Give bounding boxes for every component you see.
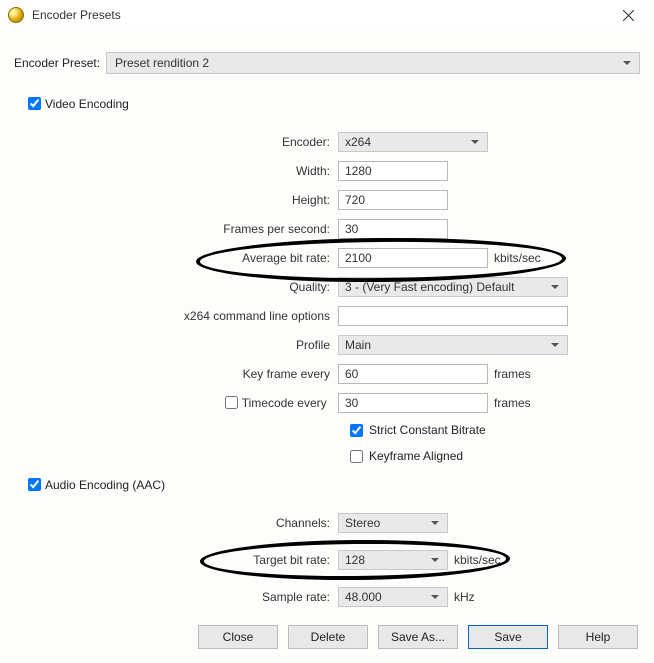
- avg-bitrate-field[interactable]: [338, 248, 488, 268]
- sample-rate-select[interactable]: 48.000: [338, 587, 448, 607]
- height-row: Height:: [48, 185, 640, 214]
- help-button[interactable]: Help: [558, 625, 638, 649]
- target-bitrate-select[interactable]: 128: [338, 550, 448, 570]
- audio-encoding-label: Audio Encoding (AAC): [45, 478, 165, 492]
- timecode-field[interactable]: [338, 393, 488, 413]
- titlebar: Encoder Presets: [0, 0, 654, 30]
- audio-encoding-check-row: Audio Encoding (AAC): [24, 475, 640, 494]
- sample-rate-unit: kHz: [454, 590, 475, 604]
- profile-label: Profile: [48, 338, 338, 352]
- close-icon[interactable]: [608, 0, 648, 30]
- fps-field[interactable]: [338, 219, 448, 239]
- cmdline-field[interactable]: [338, 306, 568, 326]
- avg-bitrate-row: Average bit rate: kbits/sec: [48, 243, 640, 272]
- target-bitrate-value: 128: [345, 553, 365, 567]
- cmdline-row: x264 command line options: [48, 301, 640, 330]
- timecode-row: Timecode every frames: [48, 388, 640, 417]
- timecode-label-cell: Timecode every: [48, 393, 338, 412]
- target-bitrate-row: Target bit rate: 128 kbits/sec: [48, 545, 640, 574]
- strict-cbr-label: Strict Constant Bitrate: [369, 423, 486, 437]
- encoder-label: Encoder:: [48, 135, 338, 149]
- close-button[interactable]: Close: [198, 625, 278, 649]
- kf-aligned-checkbox[interactable]: [350, 450, 363, 463]
- window-title: Encoder Presets: [32, 8, 608, 22]
- encoder-preset-select[interactable]: Preset rendition 2: [106, 52, 640, 74]
- timecode-unit: frames: [494, 396, 531, 410]
- kf-aligned-row: Keyframe Aligned: [346, 443, 640, 469]
- width-field[interactable]: [338, 161, 448, 181]
- content: Encoder Preset: Preset rendition 2 Video…: [0, 30, 654, 611]
- encoder-value: x264: [345, 135, 371, 149]
- height-field[interactable]: [338, 190, 448, 210]
- video-encoding-check-row: Video Encoding: [24, 94, 640, 113]
- timecode-label: Timecode every: [242, 396, 327, 410]
- fps-row: Frames per second:: [48, 214, 640, 243]
- kf-aligned-label: Keyframe Aligned: [369, 449, 463, 463]
- target-bitrate-label: Target bit rate:: [48, 553, 338, 567]
- cmdline-label: x264 command line options: [48, 309, 338, 323]
- quality-select[interactable]: 3 - (Very Fast encoding) Default: [338, 277, 568, 297]
- channels-value: Stereo: [345, 516, 380, 530]
- keyframe-label: Key frame every: [48, 367, 338, 381]
- keyframe-field[interactable]: [338, 364, 488, 384]
- target-bitrate-unit: kbits/sec: [454, 553, 501, 567]
- quality-value: 3 - (Very Fast encoding) Default: [345, 280, 514, 294]
- channels-label: Channels:: [48, 516, 338, 530]
- video-encoding-checkbox[interactable]: [28, 97, 41, 110]
- height-label: Height:: [48, 193, 338, 207]
- quality-row: Quality: 3 - (Very Fast encoding) Defaul…: [48, 272, 640, 301]
- button-bar: Close Delete Save As... Save Help: [198, 625, 638, 649]
- sample-rate-row: Sample rate: 48.000 kHz: [48, 582, 640, 611]
- sample-rate-value: 48.000: [345, 590, 382, 604]
- video-encoding-label: Video Encoding: [45, 97, 129, 111]
- keyframe-row: Key frame every frames: [48, 359, 640, 388]
- video-form: Encoder: x264 Width: Height: Frames per …: [48, 127, 640, 469]
- sample-rate-label: Sample rate:: [48, 590, 338, 604]
- keyframe-unit: frames: [494, 367, 531, 381]
- save-as-button[interactable]: Save As...: [378, 625, 458, 649]
- profile-row: Profile Main: [48, 330, 640, 359]
- width-label: Width:: [48, 164, 338, 178]
- save-button[interactable]: Save: [468, 625, 548, 649]
- encoder-preset-row: Encoder Preset: Preset rendition 2: [14, 52, 640, 74]
- encoder-preset-value: Preset rendition 2: [115, 56, 209, 70]
- strict-cbr-checkbox[interactable]: [350, 424, 363, 437]
- encoder-preset-label: Encoder Preset:: [14, 56, 106, 70]
- encoder-select[interactable]: x264: [338, 132, 488, 152]
- delete-button[interactable]: Delete: [288, 625, 368, 649]
- fps-label: Frames per second:: [48, 222, 338, 236]
- encoder-row: Encoder: x264: [48, 127, 640, 156]
- strict-cbr-row: Strict Constant Bitrate: [346, 417, 640, 443]
- width-row: Width:: [48, 156, 640, 185]
- profile-value: Main: [345, 338, 371, 352]
- channels-select[interactable]: Stereo: [338, 513, 448, 533]
- channels-row: Channels: Stereo: [48, 508, 640, 537]
- avg-bitrate-unit: kbits/sec: [494, 251, 541, 265]
- quality-label: Quality:: [48, 280, 338, 294]
- audio-encoding-checkbox[interactable]: [28, 478, 41, 491]
- audio-form: Channels: Stereo Target bit rate: 128 kb…: [48, 508, 640, 611]
- avg-bitrate-label: Average bit rate:: [48, 251, 338, 265]
- profile-select[interactable]: Main: [338, 335, 568, 355]
- timecode-checkbox[interactable]: [225, 396, 238, 409]
- app-icon: [8, 7, 24, 23]
